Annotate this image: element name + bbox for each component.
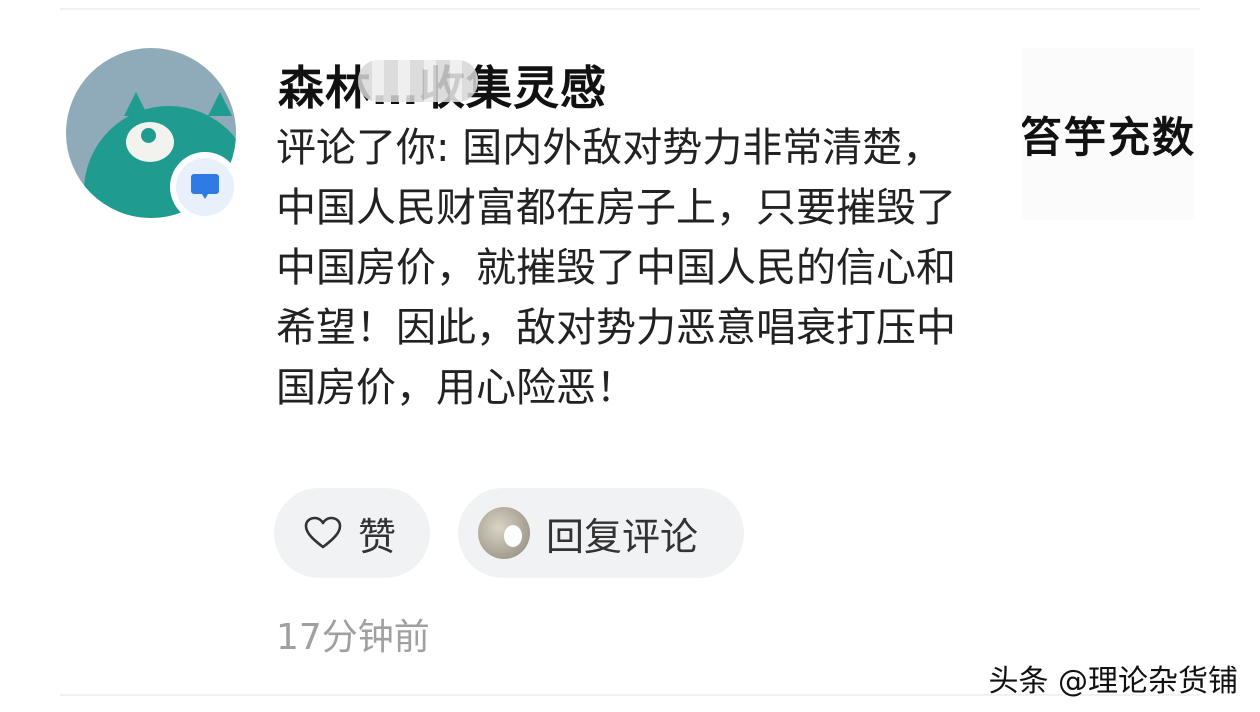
username-blur-mask [358, 60, 478, 102]
timestamp: 17分钟前 [276, 617, 430, 658]
avatar-eye [126, 122, 174, 162]
comment-text[interactable]: 评论了你: 国内外敌对势力非常清楚，中国人民财富都在房子上，只要摧毁了中国房价，… [276, 118, 956, 418]
watermark: 头条 @理论杂货铺 [988, 664, 1238, 699]
reply-label: 回复评论 [546, 514, 699, 559]
comment-badge [170, 152, 240, 222]
comment-badge-inner [176, 158, 234, 216]
avatar-ear-right [208, 92, 232, 116]
like-label: 赞 [358, 514, 397, 559]
reply-button[interactable]: 回复评论 [458, 488, 744, 578]
notification-page: 森林…收集灵感 评论了你: 国内外敌对势力非常清楚，中国人民财富都在房子上，只要… [0, 0, 1260, 712]
reply-user-avatar [478, 507, 530, 559]
heart-outline-icon [304, 516, 342, 549]
post-thumbnail[interactable]: 笞竽充数 [1022, 48, 1194, 220]
avatar-pupil [141, 128, 156, 143]
comment-bubble-icon [191, 174, 219, 199]
like-button[interactable]: 赞 [274, 488, 430, 578]
thumbnail-text: 笞竽充数 [1022, 112, 1194, 162]
top-divider [60, 8, 1200, 10]
